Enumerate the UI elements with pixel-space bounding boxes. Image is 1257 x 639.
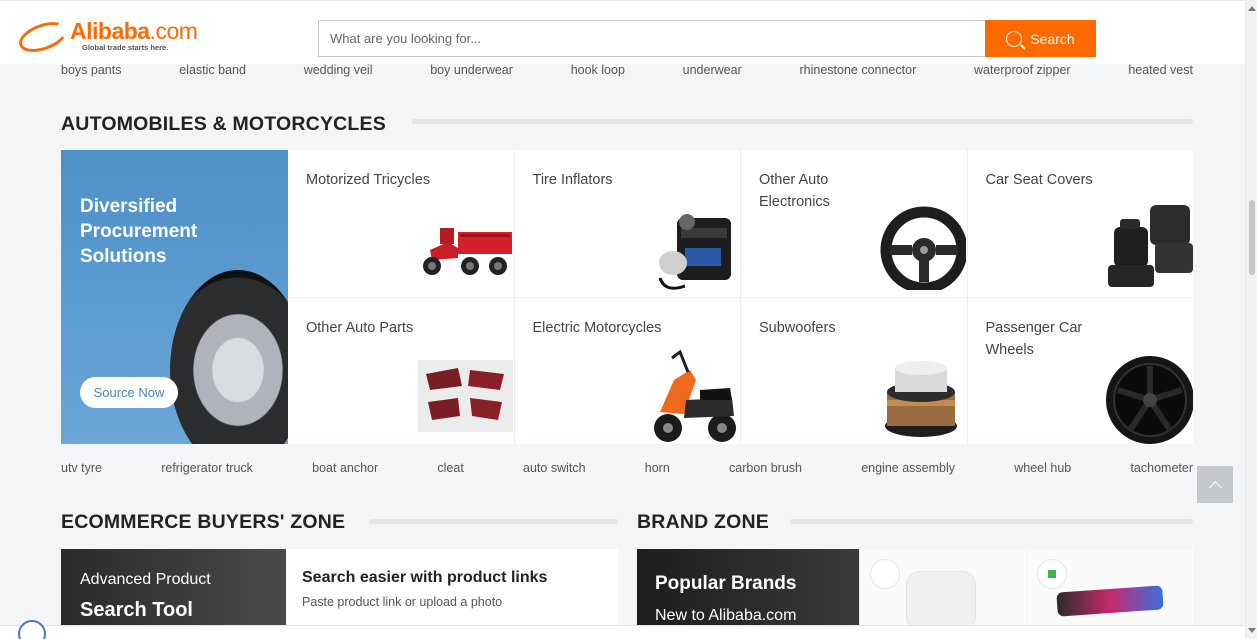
automobile-keyword-row: utv tyre refrigerator truck boat anchor cle…: [61, 461, 1193, 475]
popular-brands-banner[interactable]: Popular Brands New to Alibaba.com: [637, 549, 859, 625]
title-divider: [369, 519, 618, 524]
category-card-passenger-car-wheels[interactable]: Passenger Car Wheels: [967, 297, 1193, 444]
phone-image: [1056, 585, 1164, 617]
category-grid: Motorized Tricycles Tire Inflators Other…: [288, 150, 1193, 444]
keyword-link[interactable]: heated vest: [1128, 63, 1193, 77]
category-card-electric-motorcycles[interactable]: Electric Motorcycles: [514, 297, 740, 444]
category-card-tire-inflators[interactable]: Tire Inflators: [514, 150, 740, 297]
logo-mark-icon: [15, 16, 71, 58]
scroll-up-arrow-icon[interactable]: [1248, 6, 1256, 11]
car-seat-covers-image: [1107, 205, 1193, 287]
source-now-button[interactable]: Source Now: [80, 377, 178, 408]
brand-tile[interactable]: [1026, 549, 1192, 625]
vertical-scrollbar[interactable]: [1245, 0, 1257, 639]
promo-banner[interactable]: Diversified Procurement Solutions Source…: [61, 150, 288, 444]
logo-text: Alibaba: [70, 18, 150, 44]
brand-logo-icon: [1037, 559, 1067, 589]
chevron-up-icon: [1208, 480, 1222, 494]
ecommerce-card[interactable]: Advanced Product Search Tool Search easi…: [61, 549, 618, 625]
keyword-link[interactable]: elastic band: [179, 63, 246, 77]
header: Alibaba.com Global trade starts here. Se…: [0, 0, 1245, 64]
alibaba-logo[interactable]: Alibaba.com Global trade starts here.: [15, 16, 208, 58]
keyword-link[interactable]: boy underwear: [430, 63, 513, 77]
keyword-link[interactable]: boys pants: [61, 63, 121, 77]
category-card-motorized-tricycles[interactable]: Motorized Tricycles: [288, 150, 514, 297]
search-box: Search: [318, 20, 1096, 57]
category-card-subwoofers[interactable]: Subwoofers: [741, 297, 967, 444]
keyword-link[interactable]: horn: [645, 461, 670, 475]
category-label: Electric Motorcycles: [532, 319, 662, 336]
search-button-label: Search: [1030, 30, 1075, 47]
category-label: Subwoofers: [759, 319, 836, 336]
tire-image: [170, 270, 288, 444]
search-button[interactable]: Search: [985, 20, 1096, 57]
scroll-down-arrow-icon[interactable]: [1248, 628, 1256, 633]
keyword-link[interactable]: boat anchor: [312, 461, 378, 475]
section-title-automobiles: AUTOMOBILES & MOTORCYCLES: [61, 113, 386, 135]
car-wheel-image: [1105, 355, 1193, 444]
category-card-other-auto-parts[interactable]: Other Auto Parts: [288, 297, 514, 444]
subwoofer-image: [885, 360, 957, 437]
top-keyword-row: boys pants elastic band wedding veil boy un…: [61, 63, 1193, 77]
keyword-link[interactable]: wedding veil: [304, 63, 373, 77]
chat-icon[interactable]: [18, 620, 46, 639]
tail-lights-image: [418, 359, 513, 432]
keyword-link[interactable]: tachometer: [1130, 461, 1193, 475]
search-icon: [1006, 30, 1023, 47]
keyword-link[interactable]: hook loop: [571, 63, 625, 77]
scrollbar-thumb[interactable]: [1249, 200, 1255, 275]
keyword-link[interactable]: engine assembly: [861, 461, 955, 475]
bottom-edge: [0, 625, 1245, 639]
brand-logo-icon: [870, 559, 900, 589]
category-card-car-seat-covers[interactable]: Car Seat Covers: [967, 150, 1193, 297]
category-label: Other Auto Parts: [306, 319, 414, 336]
banner-line: Advanced Product: [80, 571, 211, 588]
tire-inflator-image: [658, 214, 731, 290]
keyword-link[interactable]: underwear: [683, 63, 742, 77]
section-title-ecommerce: ECOMMERCE BUYERS' ZONE: [61, 511, 346, 533]
category-card-other-auto-electronics[interactable]: Other Auto Electronics: [741, 150, 967, 297]
section-title-brand-zone: BRAND ZONE: [637, 511, 769, 533]
ecommerce-subtext: Paste product link or upload a photo: [302, 595, 503, 609]
category-label: Car Seat Covers: [985, 172, 1093, 188]
advanced-search-banner[interactable]: Advanced Product Search Tool: [61, 549, 286, 625]
logo-suffix: .com: [149, 18, 198, 44]
promo-title: Diversified Procurement Solutions: [80, 196, 198, 267]
keyword-link[interactable]: cleat: [437, 461, 463, 475]
banner-line: Search Tool: [80, 599, 193, 621]
title-divider: [412, 119, 1193, 124]
keyword-link[interactable]: auto switch: [523, 461, 586, 475]
brand-zone-card[interactable]: Popular Brands New to Alibaba.com: [637, 549, 1193, 625]
banner-line: New to Alibaba.com: [655, 607, 797, 624]
keyword-link[interactable]: wheel hub: [1014, 461, 1071, 475]
banner-line: Popular Brands: [655, 573, 797, 594]
electric-motorcycle-image: [653, 349, 736, 442]
keyword-link[interactable]: utv tyre: [61, 461, 102, 475]
motorized-tricycle-image: [423, 228, 512, 275]
category-label: Tire Inflators: [532, 172, 613, 188]
scroll-to-top-button[interactable]: [1197, 466, 1233, 503]
keyword-link[interactable]: carbon brush: [729, 461, 802, 475]
search-input[interactable]: [319, 21, 985, 56]
logo-tagline: Global trade starts here.: [82, 43, 169, 52]
steering-wheel-image: [880, 206, 966, 290]
keyword-link[interactable]: rhinestone connector: [799, 63, 916, 77]
earbuds-image: [906, 571, 976, 625]
keyword-link[interactable]: refrigerator truck: [161, 461, 253, 475]
keyword-link[interactable]: waterproof zipper: [974, 63, 1071, 77]
brand-tile[interactable]: [859, 549, 1025, 625]
ecommerce-heading: Search easier with product links: [302, 569, 548, 586]
title-divider: [790, 519, 1193, 524]
category-label: Motorized Tricycles: [306, 172, 431, 188]
